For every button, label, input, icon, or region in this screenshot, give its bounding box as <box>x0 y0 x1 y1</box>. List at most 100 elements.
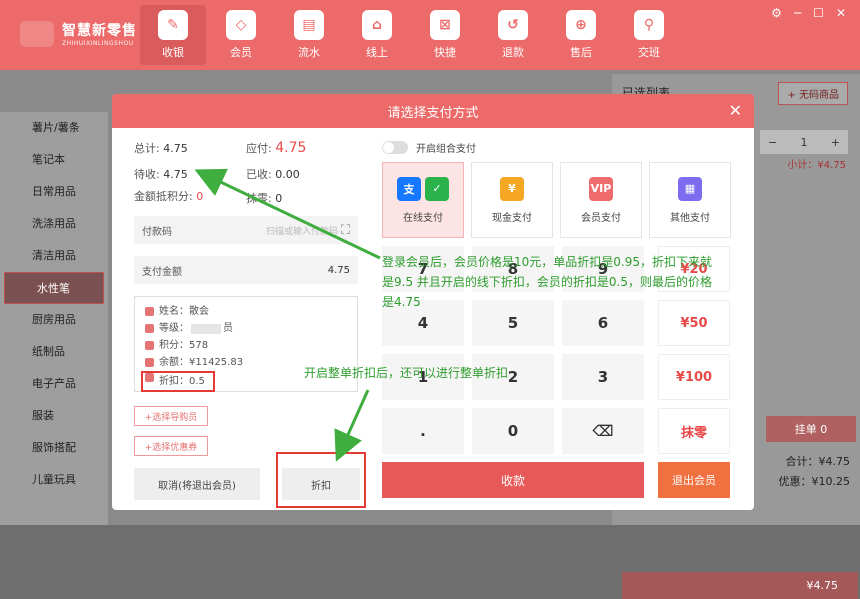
category-item[interactable]: 服装 <box>0 400 108 432</box>
category-item[interactable]: 日常用品 <box>0 176 108 208</box>
main-nav: ✎ 收银 ◇ 会员 ▤ 流水 ⌂ 线上 ⊠ 快捷 ↺ 退款 ⊕ 售后 ⚲ 交班 <box>140 5 684 65</box>
keypad-key[interactable]: . <box>382 408 464 454</box>
nav-label: 流水 <box>298 46 320 59</box>
close-icon[interactable]: ✕ <box>836 6 846 20</box>
quantity-stepper[interactable]: −1 + <box>760 130 848 154</box>
nav-item-3[interactable]: ⌂ 线上 <box>344 5 410 65</box>
category-item[interactable]: 清洁用品 <box>0 240 108 272</box>
scan-icon[interactable]: ⛶ <box>341 223 350 238</box>
quick-amount-key[interactable]: 抹零 <box>658 408 730 454</box>
combo-pay-toggle[interactable]: 开启组合支付 <box>382 140 476 155</box>
nav-item-1[interactable]: ◇ 会员 <box>208 5 274 65</box>
dialog-header: 请选择支付方式 ✕ <box>112 94 754 128</box>
nav-label: 会员 <box>230 46 252 59</box>
quantity-value: 1 <box>800 135 808 149</box>
pay-method-icon: 支 <box>397 176 421 201</box>
exit-member-button[interactable]: 退出会员 <box>658 462 730 498</box>
minimize-icon[interactable]: ─ <box>794 6 801 20</box>
balance-icon <box>145 358 154 367</box>
app-logo: 智慧新零售 ZHIHUIXINLINGSHOU <box>20 20 137 47</box>
subtotal: 小计：¥4.75 <box>787 160 846 171</box>
nav-item-0[interactable]: ✎ 收银 <box>140 5 206 65</box>
nav-label: 快捷 <box>434 46 456 59</box>
nav-item-7[interactable]: ⚲ 交班 <box>616 5 682 65</box>
nav-item-6[interactable]: ⊕ 售后 <box>548 5 614 65</box>
category-item[interactable]: 薯片/薯条 <box>0 112 108 144</box>
discount-button[interactable]: 折扣 <box>282 468 360 500</box>
category-item[interactable]: 洗涤用品 <box>0 208 108 240</box>
category-item[interactable]: 笔记本 <box>0 144 108 176</box>
level-icon <box>145 324 154 333</box>
logo-mark <box>20 20 54 47</box>
nav-icon: ↺ <box>498 10 528 40</box>
received-row: 已收: 0.00 <box>246 168 300 181</box>
category-item[interactable]: 厨房用品 <box>0 304 108 336</box>
pay-method-3[interactable]: ▦ 其他支付 <box>649 162 731 238</box>
nav-icon: ▤ <box>294 10 324 40</box>
pay-method-icon: ¥ <box>500 176 524 201</box>
nav-label: 退款 <box>502 46 524 59</box>
amount-value: 4.75 <box>327 264 350 276</box>
pay-method-1[interactable]: ¥ 现金支付 <box>471 162 553 238</box>
totals: 合计：¥4.75 优惠：¥10.25 <box>779 452 851 492</box>
choose-guide-button[interactable]: +选择导购员 <box>134 406 208 426</box>
category-item[interactable]: 服饰搭配 <box>0 432 108 464</box>
pay-method-2[interactable]: VIP 会员支付 <box>560 162 642 238</box>
quick-amount-key[interactable]: ¥100 <box>658 354 730 400</box>
nav-label: 收银 <box>162 46 184 59</box>
nav-label: 交班 <box>638 46 660 59</box>
maximize-icon[interactable]: ☐ <box>813 6 824 20</box>
hang-count: 0 <box>820 422 828 436</box>
member-name: 姓名：散会 <box>145 303 347 320</box>
app-subname: ZHIHUIXINLINGSHOU <box>62 40 134 47</box>
pay-method-label: 现金支付 <box>492 212 532 224</box>
nav-item-2[interactable]: ▤ 流水 <box>276 5 342 65</box>
window-controls: ⚙ ─ ☐ ✕ <box>771 6 846 20</box>
category-item[interactable]: 纸制品 <box>0 336 108 368</box>
nav-icon: ◇ <box>226 10 256 40</box>
cancel-button[interactable]: 取消(将退出会员) <box>134 468 260 500</box>
settings-icon[interactable]: ⚙ <box>771 6 782 20</box>
toggle-switch <box>382 141 408 154</box>
top-bar: 智慧新零售 ZHIHUIXINLINGSHOU ✎ 收银 ◇ 会员 ▤ 流水 ⌂ 线上 ⊠ 快捷 ↺… <box>0 0 860 70</box>
points-row: 金额抵积分: 0 <box>134 190 204 203</box>
nav-item-4[interactable]: ⊠ 快捷 <box>412 5 478 65</box>
points-icon <box>145 341 154 350</box>
pay-method-0[interactable]: 支 ✓ 在线支付 <box>382 162 464 238</box>
nav-icon: ⚲ <box>634 10 664 40</box>
nav-icon: ⊕ <box>566 10 596 40</box>
pending-row: 待收: 4.75 <box>134 168 188 181</box>
discount-amount: 优惠：¥10.25 <box>778 475 851 488</box>
hang-order-button[interactable]: 挂单 0 <box>766 416 856 442</box>
nav-icon: ✎ <box>158 10 188 40</box>
nav-icon: ⊠ <box>430 10 460 40</box>
pay-method-label: 会员支付 <box>581 212 621 224</box>
round-row: 抹零: 0 <box>246 192 283 205</box>
choose-coupon-button[interactable]: +选择优惠券 <box>134 436 208 456</box>
category-item[interactable]: 水性笔 <box>4 272 104 304</box>
nav-item-5[interactable]: ↺ 退款 <box>480 5 546 65</box>
keypad-key[interactable]: ⌫ <box>562 408 644 454</box>
dialog-title: 请选择支付方式 <box>387 105 479 121</box>
nav-icon: ⌂ <box>362 10 392 40</box>
keypad-key[interactable]: 0 <box>472 408 554 454</box>
pay-method-label: 在线支付 <box>403 212 443 224</box>
discount-icon <box>145 373 154 382</box>
close-icon[interactable]: ✕ <box>729 101 742 120</box>
amount-field[interactable]: 支付金额 4.75 <box>134 256 358 284</box>
keypad-key[interactable]: 3 <box>562 354 644 400</box>
no-code-item-button[interactable]: + 无码商品 <box>778 82 848 105</box>
member-points: 积分：578 <box>145 337 347 354</box>
category-item[interactable]: 儿童玩具 <box>0 464 108 496</box>
pay-method-icon: VIP <box>589 176 613 201</box>
paycode-field[interactable]: 付款码 扫描或输入付款码 ⛶ <box>134 216 358 244</box>
checkout-button[interactable]: ¥4.75 <box>622 572 858 599</box>
nav-label: 售后 <box>570 46 592 59</box>
pay-method-label: 其他支付 <box>670 212 710 224</box>
collect-payment-button[interactable]: 收款 <box>382 462 644 498</box>
nav-label: 线上 <box>366 46 388 59</box>
user-icon <box>145 307 154 316</box>
annotation-member-price: 登录会员后，会员价格是10元，单品折扣是0.95，折扣下来就是9.5 并且开启的… <box>382 255 712 309</box>
pay-method-icon: ✓ <box>425 176 449 201</box>
category-item[interactable]: 电子产品 <box>0 368 108 400</box>
